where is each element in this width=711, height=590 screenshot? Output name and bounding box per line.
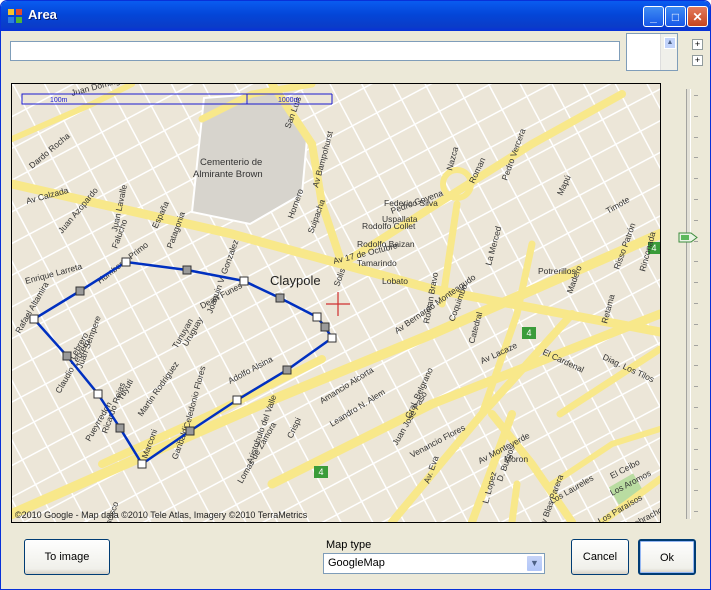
scroll-up-icon[interactable]: ▲ bbox=[664, 37, 676, 49]
map-view[interactable]: 4 4 4 Av 17 de Octubre Av Lacaze Adolfo Al… bbox=[11, 83, 661, 523]
polygon-vertex[interactable] bbox=[93, 389, 103, 399]
polygon-vertex[interactable] bbox=[327, 333, 337, 343]
zoom-tick bbox=[694, 344, 698, 346]
close-button[interactable]: ✕ bbox=[687, 6, 708, 27]
zoom-tick bbox=[694, 386, 698, 388]
title-bar[interactable]: Area _ □ ✕ bbox=[1, 1, 710, 31]
maximize-button[interactable]: □ bbox=[665, 6, 686, 27]
address-field[interactable] bbox=[10, 41, 620, 61]
map-canvas[interactable]: 4 4 4 Av 17 de OctubreAv LacazeAdolfo Al… bbox=[12, 84, 660, 522]
map-type-value: GoogleMap bbox=[328, 557, 385, 569]
zoom-tick bbox=[694, 490, 698, 492]
zoom-tick bbox=[694, 178, 698, 180]
scale-label-1000m: 1000m bbox=[278, 97, 300, 104]
scale-label-100m: 100m bbox=[50, 97, 68, 104]
zoom-slider[interactable] bbox=[678, 89, 700, 519]
polygon-vertex[interactable] bbox=[232, 395, 242, 405]
zoom-tick bbox=[694, 219, 698, 221]
zoom-tick bbox=[694, 199, 698, 200]
polygon-midpoint-handle[interactable] bbox=[62, 351, 72, 361]
zoom-tick bbox=[694, 303, 698, 304]
street-label: Tamarindo bbox=[357, 258, 397, 268]
zoom-tick bbox=[694, 469, 698, 471]
zoom-tick bbox=[694, 323, 698, 325]
polygon-vertex[interactable] bbox=[121, 257, 131, 267]
zoom-tick bbox=[694, 407, 698, 408]
map-attribution: ©2010 Google - Map data ©2010 Tele Atlas… bbox=[15, 510, 308, 520]
street-label: Rodolfo Baizan bbox=[357, 239, 415, 249]
street-label: Potrerillos bbox=[538, 266, 576, 276]
zoom-tick bbox=[694, 95, 698, 96]
polygon-midpoint-handle[interactable] bbox=[275, 293, 285, 303]
map-type-select[interactable]: GoogleMap ▼ bbox=[323, 553, 545, 574]
cemetery-label-line2: Almirante Brown bbox=[193, 169, 263, 180]
ok-button[interactable]: Ok bbox=[638, 539, 696, 575]
list-scrollbar[interactable]: ▲ bbox=[660, 34, 677, 70]
minimize-icon: _ bbox=[650, 10, 657, 24]
map-type-label: Map type bbox=[326, 539, 372, 551]
zoom-tick bbox=[694, 448, 698, 450]
zoom-tick bbox=[694, 157, 698, 159]
close-icon: ✕ bbox=[692, 10, 703, 24]
zoom-tick bbox=[694, 136, 698, 138]
zoom-tick bbox=[694, 427, 698, 429]
zoom-tick bbox=[694, 261, 698, 263]
street-label: Uspallata bbox=[382, 214, 418, 224]
expand-icon[interactable]: + bbox=[692, 55, 703, 66]
chevron-down-icon[interactable]: ▼ bbox=[526, 555, 543, 572]
zoom-tick bbox=[694, 115, 698, 117]
layers-list[interactable]: ▲ bbox=[626, 33, 678, 71]
route-badge: 4 bbox=[526, 328, 531, 338]
zoom-tick bbox=[694, 240, 698, 242]
polygon-midpoint-handle[interactable] bbox=[182, 265, 192, 275]
place-label: Claypole bbox=[270, 273, 321, 288]
expand-icon[interactable]: + bbox=[692, 39, 703, 50]
client-area: ▲ + + 4 4 4 Av 17 de Octubre Av Lacaze A… bbox=[4, 31, 707, 586]
minimize-button[interactable]: _ bbox=[643, 6, 664, 27]
polygon-vertex[interactable] bbox=[312, 312, 322, 322]
zoom-tick bbox=[694, 365, 698, 367]
polygon-vertex[interactable] bbox=[29, 314, 39, 324]
maximize-icon: □ bbox=[671, 10, 680, 24]
zoom-tick bbox=[694, 511, 698, 512]
route-badge: 4 bbox=[318, 467, 323, 477]
polygon-midpoint-handle[interactable] bbox=[320, 322, 330, 332]
polygon-midpoint-handle[interactable] bbox=[115, 423, 125, 433]
window-title: Area bbox=[28, 7, 57, 22]
street-label: Lobato bbox=[382, 276, 408, 286]
polygon-vertex[interactable] bbox=[239, 276, 249, 286]
cancel-button[interactable]: Cancel bbox=[571, 539, 629, 575]
cemetery-label: Cementerio de bbox=[200, 157, 262, 168]
polygon-vertex[interactable] bbox=[137, 459, 147, 469]
polygon-midpoint-handle[interactable] bbox=[185, 426, 195, 436]
to-image-button[interactable]: To image bbox=[24, 539, 110, 575]
area-window: Area _ □ ✕ ▲ + + 4 4 4 Av 17 de Octubre … bbox=[0, 0, 711, 590]
polygon-midpoint-handle[interactable] bbox=[282, 365, 292, 375]
polygon-midpoint-handle[interactable] bbox=[75, 286, 85, 296]
zoom-track[interactable] bbox=[686, 89, 691, 519]
street-label: Federico Silva bbox=[384, 198, 438, 208]
app-icon bbox=[8, 9, 22, 23]
zoom-tick bbox=[694, 282, 698, 284]
